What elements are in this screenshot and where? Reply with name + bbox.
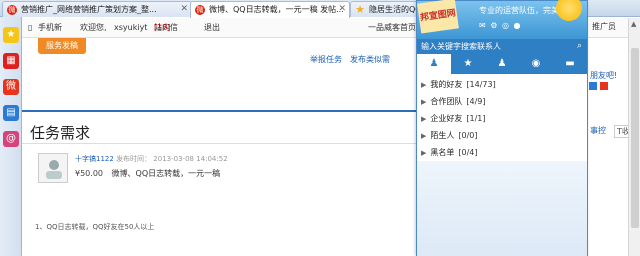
share-icon[interactable]: [599, 82, 608, 90]
group-icon: ♟: [497, 58, 507, 69]
search-icon[interactable]: ⌕: [577, 39, 582, 54]
requirement-text: 1、QQ日志转载，QQ好友在50人以上: [35, 223, 155, 231]
contact-search-input[interactable]: 输入关键字搜索联系人 ⌕: [417, 39, 587, 54]
chevron-right-icon: ▶: [421, 81, 427, 89]
tab-task[interactable]: 微 微博、QQ日志转载，一元一稿 发帖... ✕: [190, 1, 350, 18]
tab-label: 微博、QQ日志转载，一元一稿 发帖...: [209, 5, 344, 14]
share-icon[interactable]: [589, 82, 597, 90]
report-task-link[interactable]: 举报任务: [310, 54, 342, 65]
zone-icon[interactable]: ◎: [502, 21, 510, 30]
group-blacklist[interactable]: ▶ 黑名单 [0/4]: [421, 147, 478, 158]
user-avatar-icon: [46, 160, 62, 179]
qq-tab-bar: ♟ ★ ♟ ◉ ▬: [417, 54, 587, 74]
task-meta: 十字镐1122 发布时间： 2013-03-08 14:04:52: [75, 154, 228, 164]
friend-promo-link[interactable]: 朋友吧!: [590, 70, 617, 81]
task-description: 微博、QQ日志转载，一元一稿: [111, 169, 221, 178]
chevron-right-icon: ▶: [421, 149, 427, 157]
qq-signature[interactable]: 专业的运营队伍，完美...: [479, 5, 567, 16]
scrollbar[interactable]: ▲: [628, 18, 640, 256]
group-strangers[interactable]: ▶ 陌生人 [0/0]: [421, 130, 478, 141]
qq-header: 邦宣图网 专业的运营队伍，完美... ✉ ⚙ ◎ ●: [417, 0, 587, 39]
favorite-link[interactable]: 事控: [590, 125, 606, 136]
qq-status-icons: ✉ ⚙ ◎ ●: [479, 21, 521, 30]
qq-contact-panel: 邦宣图网 专业的运营队伍，完美... ✉ ⚙ ◎ ● 输入关键字搜索联系人 ⌕ …: [416, 0, 588, 256]
mail-icon[interactable]: ✉: [479, 21, 487, 30]
mobile-icon: ▯: [28, 23, 33, 32]
qq-logo: 邦宣图网: [417, 0, 459, 34]
weather-icon: [556, 0, 582, 21]
task-price: ¥50.00: [75, 169, 103, 178]
chevron-right-icon: ▶: [421, 132, 427, 140]
app-grid-icon[interactable]: ▦: [3, 53, 19, 69]
tab-favorites[interactable]: ★: [451, 54, 485, 74]
favorites-star-icon[interactable]: ★: [3, 27, 19, 43]
person-icon: ♟: [429, 58, 439, 69]
published-label: 发布时间：: [116, 155, 152, 163]
tab-label: 营销推广_网络营销推广策划方案_整...: [21, 5, 157, 14]
author-link[interactable]: 十字镐1122: [75, 155, 114, 163]
tab-label: 隐居生活的QQ...: [369, 5, 419, 14]
welcome-text: 欢迎您,: [80, 23, 107, 32]
star-icon: ★: [355, 3, 365, 16]
promoter-link[interactable]: 推广员: [592, 21, 616, 32]
logout-link[interactable]: 退出: [204, 18, 220, 38]
close-icon[interactable]: ✕: [180, 4, 188, 14]
close-icon[interactable]: ✕: [338, 4, 346, 14]
chat-bubble-icon: ◉: [531, 58, 541, 69]
post-service-button[interactable]: 服务发稿: [38, 38, 86, 54]
divider: [22, 143, 417, 144]
qq-panel-footer: [417, 161, 587, 256]
page-title: 任务需求: [30, 124, 91, 142]
scroll-thumb[interactable]: [631, 48, 639, 228]
star-icon: ★: [463, 58, 473, 69]
weibo-icon[interactable]: 微: [3, 79, 19, 95]
divider: [22, 110, 417, 112]
chevron-right-icon: ▶: [421, 98, 427, 106]
tab-qq[interactable]: ★ 隐居生活的QQ...: [350, 1, 420, 17]
tab-contacts[interactable]: ♟: [417, 54, 451, 74]
scroll-up-icon[interactable]: ▲: [631, 20, 636, 28]
weibo-icon: 微: [7, 5, 17, 15]
browser-sidebar: ★ ▦ 微 ▤ @: [0, 17, 22, 256]
post-similar-link[interactable]: 发布类似需: [350, 54, 390, 65]
tab-groups[interactable]: ♟: [485, 54, 519, 74]
avatar[interactable]: [38, 153, 68, 183]
message-icon: ▬: [565, 58, 575, 69]
tab-discussion[interactable]: ◉: [519, 54, 553, 74]
group-partner-team[interactable]: ▶ 合作团队 [4/9]: [421, 96, 486, 107]
group-my-friends[interactable]: ▶ 我的好友 [14/73]: [421, 79, 496, 90]
share-icons: [589, 82, 608, 92]
username-link[interactable]: xsyukiyt: [114, 18, 147, 38]
mobile-link[interactable]: 手机新: [38, 18, 62, 38]
published-time: 2013-03-08 14:04:52: [153, 155, 228, 163]
task-summary: ¥50.00 微博、QQ日志转载，一元一稿: [75, 168, 220, 179]
home-link[interactable]: 一品威客首页: [368, 18, 416, 38]
search-placeholder: 输入关键字搜索联系人: [421, 42, 501, 51]
tab-marketing[interactable]: 微 营销推广_网络营销推广策划方案_整... ✕: [2, 1, 192, 17]
tab-recent[interactable]: ▬: [553, 54, 587, 74]
settings-icon[interactable]: ⚙: [490, 21, 498, 30]
browser-window: 微 营销推广_网络营销推广策划方案_整... ✕ 微 微博、QQ日志转载，一元一…: [0, 0, 640, 256]
weibo-icon[interactable]: ●: [514, 21, 522, 30]
group-enterprise-friends[interactable]: ▶ 企业好友 [1/1]: [421, 113, 486, 124]
notes-icon[interactable]: ▤: [3, 105, 19, 121]
weibo-icon: 微: [195, 5, 205, 15]
email-icon[interactable]: @: [3, 131, 19, 147]
chevron-right-icon: ▶: [421, 115, 427, 123]
inbox-count: [18]: [154, 23, 171, 32]
